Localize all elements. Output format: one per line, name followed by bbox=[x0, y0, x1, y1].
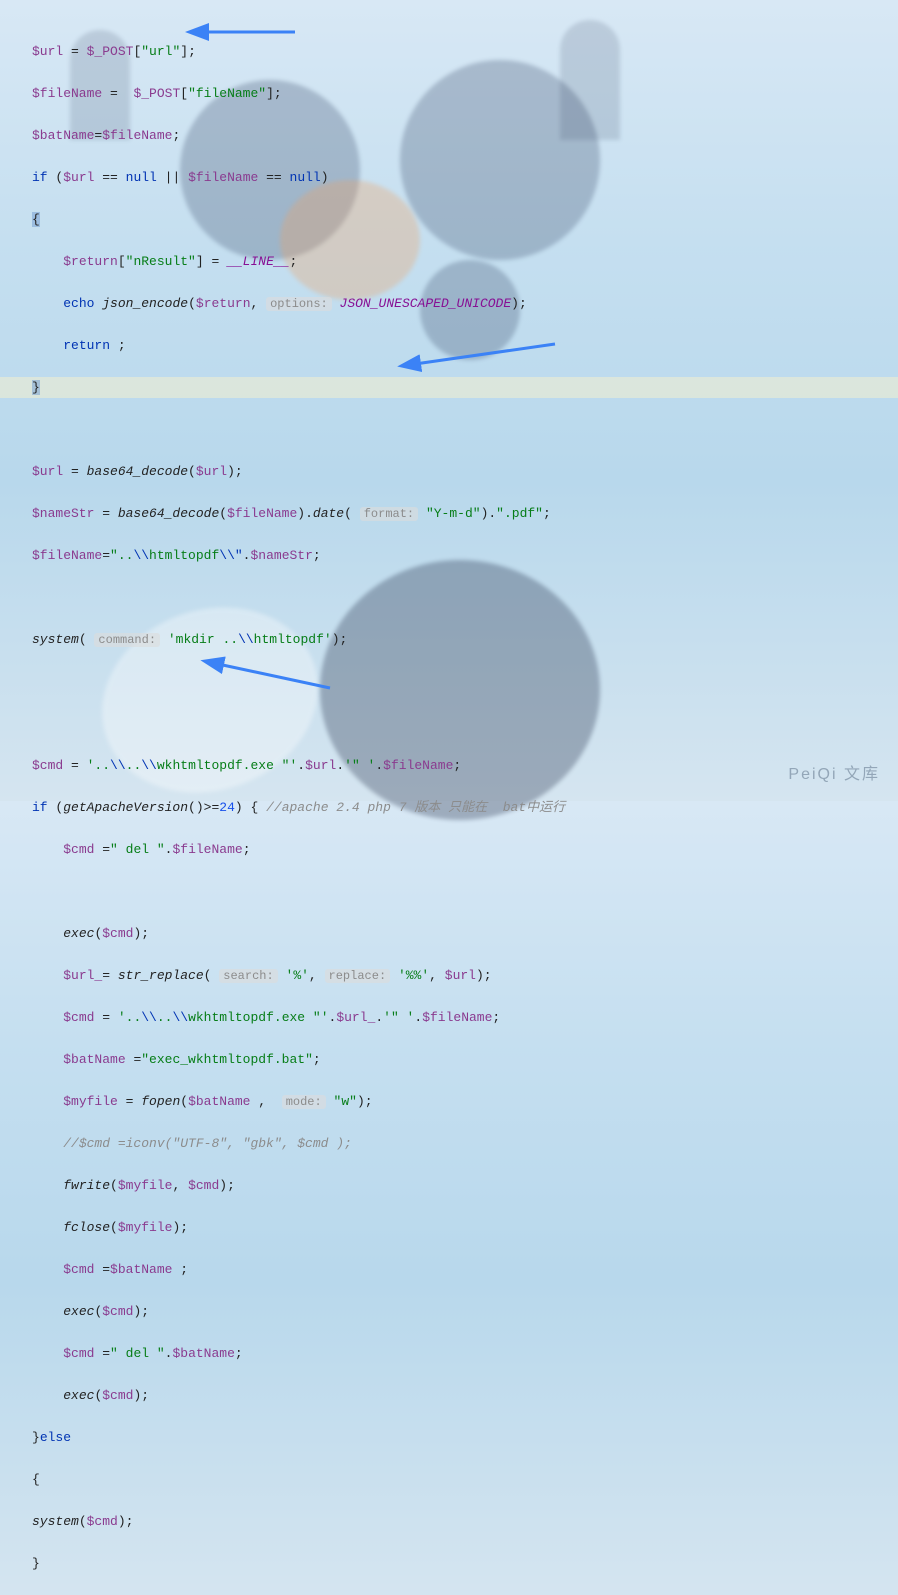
code-line: $cmd =" del ".$fileName; bbox=[32, 839, 898, 860]
code-line: $batName=$fileName; bbox=[32, 125, 898, 146]
code-line: $return["nResult"] = __LINE__; bbox=[32, 251, 898, 272]
code-line: if (getApacheVersion()>=24) { //apache 2… bbox=[32, 797, 898, 818]
code-line: echo json_encode($return, options: JSON_… bbox=[32, 293, 898, 314]
code-line: exec($cmd); bbox=[32, 1385, 898, 1406]
code-line: $batName ="exec_wkhtmltopdf.bat"; bbox=[32, 1049, 898, 1070]
code-line: system($cmd); bbox=[32, 1511, 898, 1532]
code-line: fclose($myfile); bbox=[32, 1217, 898, 1238]
code-line: $cmd = '..\\..\\wkhtmltopdf.exe "'.$url.… bbox=[32, 755, 898, 776]
code-line: exec($cmd); bbox=[32, 923, 898, 944]
arrow-annotation-icon bbox=[210, 654, 340, 701]
code-line bbox=[32, 671, 898, 692]
code-line: $url = base64_decode($url); bbox=[32, 461, 898, 482]
code-line bbox=[32, 713, 898, 734]
code-line: fwrite($myfile, $cmd); bbox=[32, 1175, 898, 1196]
code-line: $cmd = '..\\..\\wkhtmltopdf.exe "'.$url_… bbox=[32, 1007, 898, 1028]
code-line bbox=[32, 419, 898, 440]
code-line: if ($url == null || $fileName == null) bbox=[32, 167, 898, 188]
arrow-annotation-icon bbox=[405, 338, 565, 385]
code-line: $fileName="..\\htmltopdf\\".$nameStr; bbox=[32, 545, 898, 566]
code-line: system( command: 'mkdir ..\\htmltopdf'); bbox=[32, 629, 898, 650]
code-line: exec($cmd); bbox=[32, 1301, 898, 1322]
code-line: $fileName = $_POST["fileName"]; bbox=[32, 83, 898, 104]
code-line: }else bbox=[32, 1427, 898, 1448]
code-line: { bbox=[32, 209, 898, 230]
code-line: $url_= str_replace( search: '%', replace… bbox=[32, 965, 898, 986]
code-line: $cmd =$batName ; bbox=[32, 1259, 898, 1280]
code-line: //$cmd =iconv("UTF-8", "gbk", $cmd ); bbox=[32, 1133, 898, 1154]
arrow-annotation-icon bbox=[195, 24, 305, 51]
code-line bbox=[32, 881, 898, 902]
code-block: $url = $_POST["url"]; $fileName = $_POST… bbox=[0, 0, 898, 1595]
watermark-text: PeiQi 文库 bbox=[788, 764, 880, 785]
code-line: { bbox=[32, 1469, 898, 1490]
code-line: $myfile = fopen($batName , mode: "w"); bbox=[32, 1091, 898, 1112]
code-line bbox=[32, 587, 898, 608]
code-line: $cmd =" del ".$batName; bbox=[32, 1343, 898, 1364]
code-line: $nameStr = base64_decode($fileName).date… bbox=[32, 503, 898, 524]
code-line: } bbox=[32, 1553, 898, 1574]
code-line: $url = $_POST["url"]; bbox=[32, 41, 898, 62]
